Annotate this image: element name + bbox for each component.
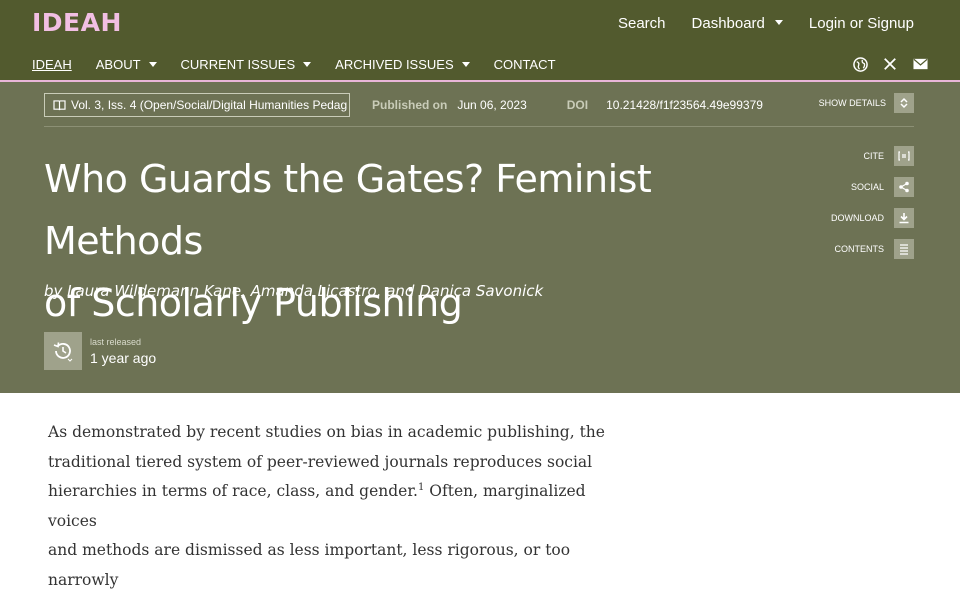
nav-home[interactable]: IDEAH: [32, 57, 72, 72]
social-icons: [852, 56, 928, 72]
cite-button[interactable]: CITE: [831, 145, 914, 167]
dashboard-label: Dashboard: [691, 15, 765, 32]
body-line: As demonstrated by recent studies on bia…: [48, 423, 605, 441]
list-icon: [894, 239, 914, 259]
body-line: traditional tiered system of peer-review…: [48, 452, 593, 471]
top-links: Search Dashboard Login or Signup: [592, 15, 914, 32]
cite-icon: [894, 146, 914, 166]
doi-value[interactable]: 10.21428/f1f23564.49e99379: [606, 98, 763, 112]
body-line: and methods are dismissed as less import…: [48, 541, 571, 589]
nav-contact[interactable]: CONTACT: [494, 57, 556, 72]
expand-icon: [894, 93, 914, 113]
site-logo[interactable]: IDEAH: [32, 8, 122, 37]
article-title: Who Guards the Gates? Feminist Methods o…: [44, 148, 804, 334]
chevron-down-icon: [303, 62, 312, 67]
nav-current-issues[interactable]: CURRENT ISSUES: [181, 57, 312, 72]
login-signup-link[interactable]: Login or Signup: [809, 15, 914, 32]
published-label: Published on: [372, 98, 448, 112]
release-info: last released 1 year ago: [44, 332, 156, 370]
download-label: DOWNLOAD: [830, 213, 884, 223]
cite-label: CITE: [863, 151, 884, 161]
chevron-down-icon: [148, 62, 157, 67]
release-label: last released: [90, 336, 142, 347]
nav-current-label: CURRENT ISSUES: [180, 57, 296, 72]
contents-button[interactable]: CONTENTS: [831, 238, 914, 260]
article-byline: by Laura Wildemann Kane, Amanda Licastro…: [44, 282, 544, 300]
body-text-fragment: hierarchies in terms of race, class, and…: [48, 482, 418, 500]
doi-label: DOI: [566, 98, 589, 112]
contents-label: CONTENTS: [834, 244, 885, 254]
published-date: Jun 06, 2023: [457, 98, 527, 112]
title-line-1: Who Guards the Gates? Feminist Methods: [44, 157, 652, 263]
article-header: Vol. 3, Iss. 4 (Open/Social/Digital Huma…: [0, 82, 960, 393]
download-button[interactable]: DOWNLOAD: [831, 207, 914, 229]
history-icon[interactable]: [44, 332, 82, 370]
nav-archived-issues[interactable]: ARCHIVED ISSUES: [335, 57, 470, 72]
dashboard-dropdown[interactable]: Dashboard: [692, 15, 783, 32]
release-text: last released 1 year ago: [90, 337, 156, 366]
issue-label: Vol. 3, Iss. 4 (Open/Social/Digital Huma…: [71, 98, 348, 112]
chevron-down-icon: [461, 62, 470, 67]
top-navigation-bar: IDEAH Search Dashboard Login or Signup I…: [0, 0, 960, 82]
search-link[interactable]: Search: [618, 15, 666, 32]
article-meta-row: Vol. 3, Iss. 4 (Open/Social/Digital Huma…: [44, 93, 914, 117]
globe-icon[interactable]: [852, 56, 868, 72]
show-details-label: SHOW DETAILS: [818, 98, 886, 108]
nav-about-label: ABOUT: [95, 57, 141, 72]
nav-archived-label: ARCHIVED ISSUES: [335, 57, 454, 72]
nav-about[interactable]: ABOUT: [96, 57, 157, 72]
chevron-down-icon: [774, 20, 783, 25]
mail-icon[interactable]: [912, 56, 928, 72]
body-line: hierarchies in terms of race, class, and…: [48, 477, 618, 536]
download-icon: [894, 208, 914, 228]
issue-link[interactable]: Vol. 3, Iss. 4 (Open/Social/Digital Huma…: [44, 93, 350, 117]
x-twitter-icon[interactable]: [882, 56, 898, 72]
share-icon: [894, 177, 914, 197]
article-actions: CITE SOCIAL DOWNLOAD CONTENTS: [831, 145, 914, 269]
show-details-button[interactable]: SHOW DETAILS: [819, 93, 914, 113]
social-button[interactable]: SOCIAL: [831, 176, 914, 198]
book-icon: [53, 99, 66, 111]
main-nav: IDEAH ABOUT CURRENT ISSUES ARCHIVED ISSU…: [32, 57, 580, 72]
social-label: SOCIAL: [850, 182, 884, 192]
release-value: 1 year ago: [90, 349, 157, 366]
meta-divider: [44, 126, 914, 127]
article-body: As demonstrated by recent studies on bia…: [48, 418, 618, 595]
